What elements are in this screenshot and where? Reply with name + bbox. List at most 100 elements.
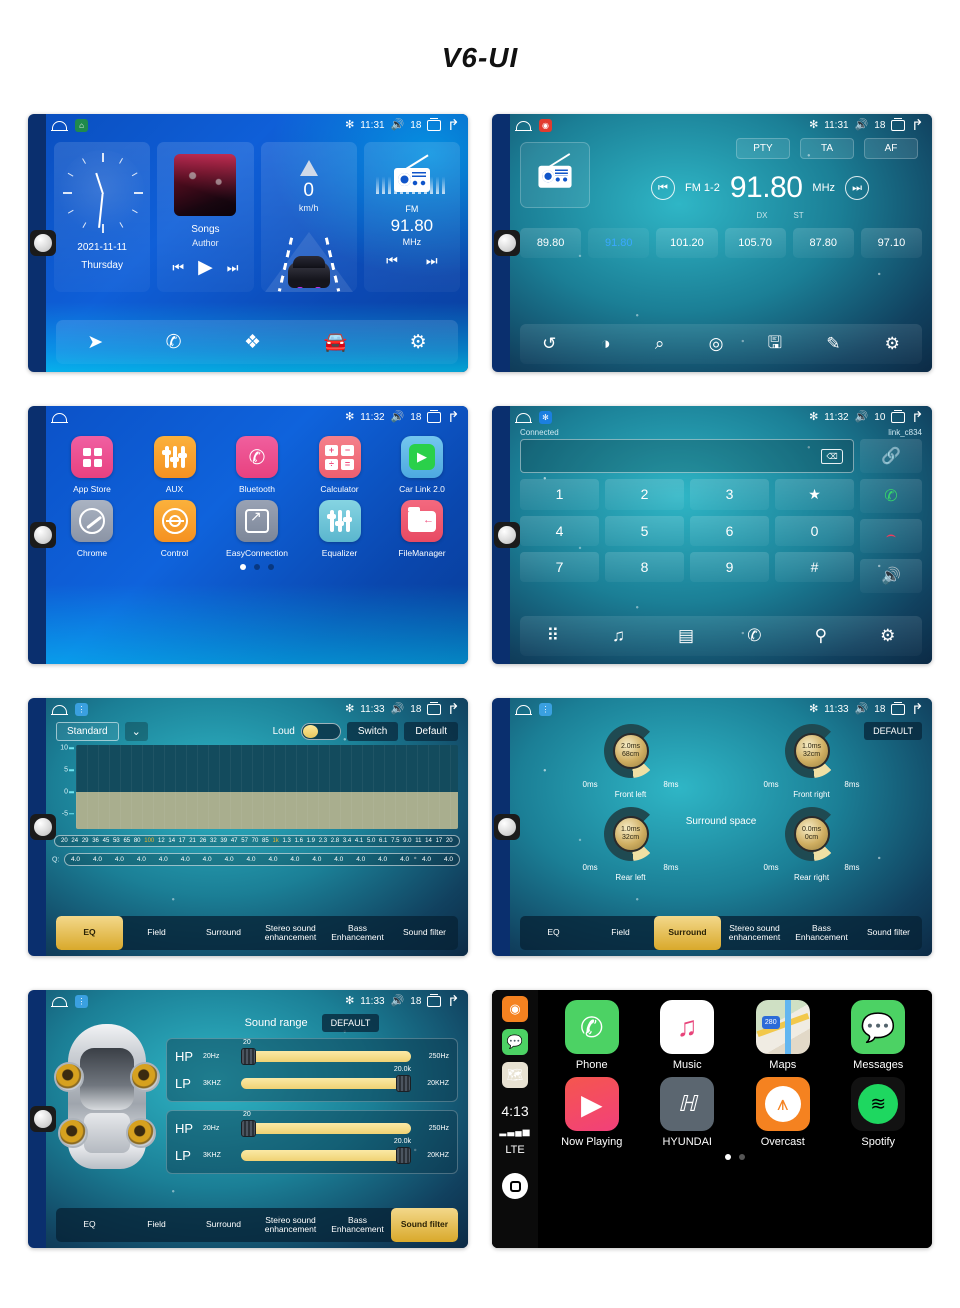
q-16[interactable]: 4.0: [400, 856, 409, 863]
key-9[interactable]: 9: [690, 552, 769, 582]
carplay-app-messages[interactable]: 💬 Messages: [836, 1000, 920, 1071]
af-button[interactable]: AF: [864, 138, 918, 159]
hp-slider-thumb[interactable]: [241, 1048, 256, 1065]
contrast-icon[interactable]: ◑: [600, 334, 610, 354]
key-4[interactable]: 4: [520, 516, 599, 546]
page-dot-2[interactable]: [254, 564, 260, 570]
carplay-home-button[interactable]: [502, 1173, 528, 1199]
screen-sound-filter[interactable]: ⋮ ✻ 11:33 🔊 18 ↰ Sound range DEFAULT HP …: [28, 990, 468, 1248]
eq-q-row[interactable]: 4.0 4.0 4.0 4.0 4.0 4.0 4.0 4.0 4.0 4.0 …: [64, 853, 460, 866]
key-7[interactable]: 7: [520, 552, 599, 582]
freq-6[interactable]: 53: [113, 838, 120, 844]
tab-sound-filter[interactable]: Sound filter: [391, 916, 458, 950]
freq-33[interactable]: 11: [415, 838, 421, 844]
preset-5[interactable]: 87.80: [792, 228, 854, 258]
back-icon[interactable]: ↰: [911, 409, 924, 426]
app-carlink[interactable]: ▶ Car Link 2.0: [386, 436, 458, 494]
freq-21[interactable]: 1k: [272, 838, 278, 844]
call-icon[interactable]: ✆: [860, 479, 922, 513]
carplay-app-maps[interactable]: 280 Maps: [741, 1000, 825, 1071]
switch-button[interactable]: Switch: [346, 722, 399, 741]
eq-frequency-row[interactable]: 20 24 29 36 45 53 65 80 100 12 14 17 21 …: [54, 835, 460, 847]
freq-18[interactable]: 57: [241, 838, 248, 844]
dial-input[interactable]: ⌫: [520, 439, 854, 473]
radio-widget[interactable]: FM 91.80 MHz ⏮ ⏭: [363, 142, 460, 292]
play-icon[interactable]: ▶: [198, 256, 213, 279]
page-dot-1[interactable]: [725, 1154, 731, 1160]
tab-eq[interactable]: EQ: [56, 1208, 123, 1242]
equalizer-app-icon[interactable]: ⋮: [75, 994, 88, 1008]
settings-icon[interactable]: ⚙: [880, 626, 895, 646]
screen-bluetooth-dialer[interactable]: ✻ ✻ 11:32 🔊 10 ↰ Connected link_c834 ⌫ 1…: [492, 406, 932, 664]
prev-track-icon[interactable]: ⏮: [172, 260, 184, 276]
dock-phone-icon[interactable]: ✆: [166, 331, 182, 354]
overcast-mini-icon[interactable]: ◉: [502, 996, 528, 1022]
freq-27[interactable]: 3.4: [343, 838, 351, 844]
recents-icon[interactable]: [427, 409, 442, 423]
pty-button[interactable]: PTY: [736, 138, 790, 159]
filter-row-hp-2[interactable]: HP 20Hz 20 250Hz: [175, 1111, 449, 1137]
radio-next-icon[interactable]: ⏭: [426, 253, 438, 269]
freq-13[interactable]: 21: [189, 838, 196, 844]
loop-icon[interactable]: ↺: [542, 334, 556, 354]
filter-row-lp-2[interactable]: LP 3KHZ 20.0k 20KHZ: [175, 1138, 449, 1164]
home-arc-icon[interactable]: [51, 120, 68, 132]
screen-equalizer[interactable]: ⋮ ✻ 11:33 🔊 18 ↰ Standard ⌄ Loud Switch …: [28, 698, 468, 956]
tune-down-button[interactable]: ⏮: [650, 176, 675, 200]
filter-row-lp-1[interactable]: LP 3KHZ 20.0k 20KHZ: [175, 1066, 449, 1092]
freq-36[interactable]: 20: [446, 838, 453, 844]
key-1[interactable]: 1: [520, 479, 599, 510]
screen-apps[interactable]: ✻ 11:32 🔊 18 ↰ App Store AUX ✆ Bluetooth…: [28, 406, 468, 664]
tab-surround[interactable]: Surround: [190, 1208, 257, 1242]
volume-knob[interactable]: [30, 230, 56, 256]
app-control[interactable]: Control: [139, 500, 211, 558]
freq-29[interactable]: 5.0: [367, 838, 375, 844]
back-icon[interactable]: ↰: [447, 993, 460, 1010]
dock-settings-icon[interactable]: ⚙: [410, 331, 427, 354]
music-widget[interactable]: Songs Author ⏮ ▶ ⏭: [157, 142, 254, 292]
app-filemanager[interactable]: FileManager: [386, 500, 458, 558]
hp-slider-track-2[interactable]: 20: [241, 1111, 411, 1137]
freq-25[interactable]: 2.3: [319, 838, 327, 844]
tab-stereo-sound-enhancement[interactable]: Stereo sound enhancement: [257, 916, 324, 950]
next-track-icon[interactable]: ⏭: [227, 260, 239, 276]
key-8[interactable]: 8: [605, 552, 684, 582]
freq-34[interactable]: 14: [425, 838, 432, 844]
music-icon[interactable]: ♫: [612, 626, 625, 646]
scan-icon[interactable]: ◎: [709, 334, 724, 354]
home-app-icon[interactable]: ⌂: [75, 118, 88, 132]
back-icon[interactable]: ↰: [911, 701, 924, 718]
clock-widget[interactable]: 2021-11-11 Thursday: [54, 142, 151, 292]
freq-11[interactable]: 14: [168, 838, 175, 844]
freq-8[interactable]: 80: [134, 838, 141, 844]
freq-10[interactable]: 12: [158, 838, 165, 844]
screen-carplay[interactable]: ◉ 💬 🗺 4:13 ▂▃▄▅ LTE ✆ Phone ♫ Music 280 …: [492, 990, 932, 1248]
st-label[interactable]: ST: [793, 211, 803, 220]
back-icon[interactable]: ↰: [447, 409, 460, 426]
back-icon[interactable]: ↰: [447, 117, 460, 134]
recents-icon[interactable]: [427, 701, 442, 715]
volume-knob[interactable]: [30, 522, 56, 548]
app-chrome[interactable]: Chrome: [56, 500, 128, 558]
volume-knob[interactable]: [30, 814, 56, 840]
app-appstore[interactable]: App Store: [56, 436, 128, 494]
preset-4[interactable]: 105.70: [724, 228, 786, 258]
lp-slider-track-2[interactable]: 20.0k: [241, 1138, 411, 1164]
app-calculator[interactable]: + − ÷ = Calculator: [304, 436, 376, 494]
dock-apps-icon[interactable]: ❖: [244, 331, 261, 354]
preset-3[interactable]: 101.20: [656, 228, 718, 258]
recents-icon[interactable]: [427, 993, 442, 1007]
recents-icon[interactable]: [891, 409, 906, 423]
ta-button[interactable]: TA: [800, 138, 854, 159]
tab-surround[interactable]: Surround: [190, 916, 257, 950]
key-6[interactable]: 6: [690, 516, 769, 546]
tab-eq[interactable]: EQ: [56, 916, 123, 950]
q-7[interactable]: 4.0: [203, 856, 212, 863]
navigation-widget[interactable]: 0 km/h: [260, 142, 357, 292]
freq-19[interactable]: 70: [252, 838, 259, 844]
freq-31[interactable]: 7.5: [391, 838, 399, 844]
tab-bass-enhancement[interactable]: Bass Enhancement: [788, 916, 855, 950]
app-equalizer[interactable]: Equalizer: [304, 500, 376, 558]
q-3[interactable]: 4.0: [115, 856, 124, 863]
messages-mini-icon[interactable]: 💬: [502, 1029, 528, 1055]
